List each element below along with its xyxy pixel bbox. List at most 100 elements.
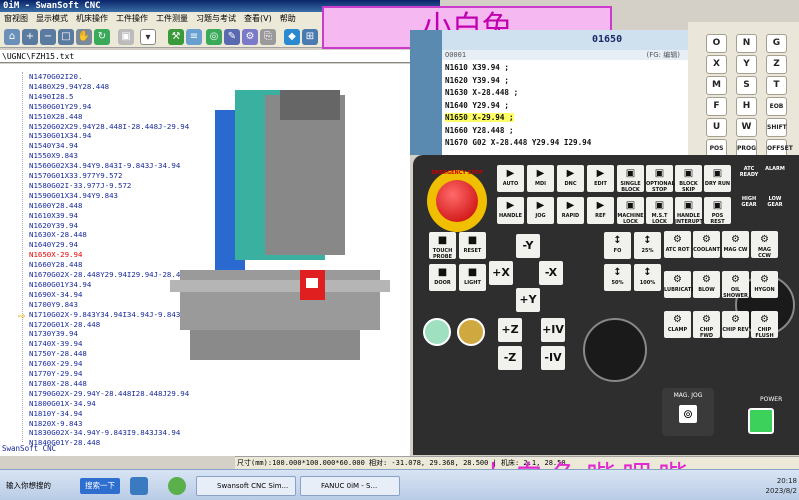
program-line[interactable]: N1810Y-34.94 [29, 409, 82, 418]
spindle-button[interactable]: ⚙ CHIP FLUSH [751, 311, 778, 338]
menu-item[interactable]: 工件测量 [156, 14, 188, 23]
program-line[interactable]: N1530G01X34.94 [29, 131, 91, 140]
program-line[interactable]: N1690X-34.94 [29, 290, 82, 299]
open-icon[interactable]: ⌂ [4, 29, 20, 45]
func-button[interactable]: ▣ M.S.T LOCK [646, 197, 673, 224]
program-line[interactable]: N1710G02X-9.843Y34.94I34.94J-9.843 [29, 310, 180, 319]
measure-icon[interactable]: ≡ [186, 29, 202, 45]
func-button[interactable]: ▣ MACHINE LOCK [617, 197, 644, 224]
copy-icon[interactable]: ⎘ [260, 29, 276, 45]
program-line[interactable]: N1820X-9.843 [29, 419, 82, 428]
func-button[interactable]: ▣ HANDLE INTERUPT [675, 197, 703, 224]
rotate-icon[interactable]: ↻ [94, 29, 110, 45]
key-x[interactable]: X [706, 55, 727, 74]
zoom-in-icon[interactable]: + [22, 29, 38, 45]
menu-item[interactable]: 显示模式 [36, 14, 68, 23]
program-line[interactable]: N1780X-28.448 [29, 379, 87, 388]
program-line[interactable]: N1470G02I20. [29, 72, 82, 81]
mode-dnc[interactable]: ▶ DNC [557, 165, 584, 192]
program-line[interactable]: N1480X29.94Y28.448 [29, 82, 109, 91]
spindle-button[interactable]: ⚙ CHIP REV [722, 311, 749, 338]
mode-handle[interactable]: ▶ HANDLE [497, 197, 524, 224]
menu-item[interactable]: 工件操作 [116, 14, 148, 23]
key-eob[interactable]: EOB [766, 97, 787, 116]
menu-item[interactable]: 习题与考试 [196, 14, 236, 23]
taskbar-search-button[interactable]: 搜索一下 [80, 478, 120, 494]
feed-hold-button[interactable] [457, 318, 485, 346]
zoom-out-icon[interactable]: − [40, 29, 56, 45]
emergency-stop-button[interactable] [436, 180, 478, 222]
explorer-icon[interactable] [130, 477, 148, 495]
feed-button[interactable]: ↕ 100% [634, 264, 661, 291]
program-line[interactable]: N1670G02X-28.448Y29.94I29.94J-28.448 [29, 270, 189, 279]
key-t[interactable]: T [766, 76, 787, 95]
program-line[interactable]: N1800G01X-34.94 [29, 399, 96, 408]
jog-plusminus-y[interactable]: +Y [516, 288, 540, 312]
task-fanuc[interactable]: FANUC 0iM - S... [300, 476, 400, 496]
program-line[interactable]: N1500G01Y29.94 [29, 102, 91, 111]
func-button[interactable]: ▣ OPTIONAL STOP [646, 165, 675, 192]
jog-plusminus-x[interactable]: +X [489, 261, 513, 285]
signal-icon[interactable]: ◎ [206, 29, 222, 45]
menu-item[interactable]: 窗视图 [4, 14, 28, 23]
program-line[interactable]: N1700Y9.843 [29, 300, 78, 309]
program-line[interactable]: N1790G02X-29.94Y-28.448I28.448J29.94 [29, 389, 189, 398]
spindle-button[interactable]: ⚙ ATC ROT [664, 231, 691, 258]
mag-jog-switch[interactable]: MAG. JOG ⊚ [662, 388, 714, 436]
jog-minus-z[interactable]: -Z [498, 346, 522, 370]
program-line[interactable]: N1840G01Y-28.448 [29, 438, 100, 447]
program-line[interactable]: N1540Y34.94 [29, 141, 78, 150]
misc-button[interactable]: ■ RESET [459, 232, 486, 259]
spindle-button[interactable]: ⚙ MAG CW [722, 231, 749, 258]
zoom-fit-icon[interactable]: □ [58, 29, 74, 45]
key-m[interactable]: M [706, 76, 727, 95]
mode-jog[interactable]: ▶ JOG [527, 197, 554, 224]
key-y[interactable]: Y [736, 55, 757, 74]
mode-rapid[interactable]: ▶ RAPID [557, 197, 584, 224]
misc-button[interactable]: ■ LIGHT [459, 264, 486, 291]
program-line[interactable]: N1630X-28.448 [29, 230, 87, 239]
program-line[interactable]: N1550X9.843 [29, 151, 78, 160]
key-o[interactable]: O [706, 34, 727, 53]
cycle-start-button[interactable] [423, 318, 451, 346]
jog-minus-y[interactable]: -Y [516, 234, 540, 258]
feed-button[interactable]: ↕ FO [604, 232, 631, 259]
program-line-current[interactable]: N1650X-29.94 [29, 250, 82, 259]
program-line[interactable]: N1610X39.94 [29, 211, 78, 220]
program-line[interactable]: N1830G02X-34.94Y-9.843I9.843J34.94 [29, 428, 180, 437]
key-u[interactable]: U [706, 118, 727, 137]
menu-item[interactable]: 查看(V) [244, 14, 272, 23]
program-line[interactable]: N1730Y39.94 [29, 329, 78, 338]
spindle-button[interactable]: ⚙ COOLANT [693, 231, 720, 258]
browser-icon[interactable] [168, 477, 186, 495]
spindle-button[interactable]: ⚙ MAG CCW [751, 231, 778, 258]
key-n[interactable]: N [736, 34, 757, 53]
key-g[interactable]: G [766, 34, 787, 53]
program-line[interactable]: N1640Y29.94 [29, 240, 78, 249]
key-h[interactable]: H [736, 97, 757, 116]
edit-icon[interactable]: ✎ [224, 29, 240, 45]
grid-icon[interactable]: ⊞ [302, 29, 318, 45]
key-f[interactable]: F [706, 97, 727, 116]
program-line[interactable]: N1620Y39.94 [29, 221, 78, 230]
spindle-button[interactable]: ⚙ HYGON [751, 271, 778, 298]
power-button[interactable] [748, 408, 774, 434]
feed-button[interactable]: ↕ 25% [634, 232, 661, 259]
func-button[interactable]: ▣ DRY RUN [704, 165, 731, 192]
program-line[interactable]: N1570G01X33.977Y9.572 [29, 171, 122, 180]
jog-plusminus-z[interactable]: +Z [498, 318, 522, 342]
program-line[interactable]: N1590G01X34.94Y9.843 [29, 191, 118, 200]
func-button[interactable]: ▣ POS REST [704, 197, 731, 224]
feedrate-dial[interactable] [583, 318, 647, 382]
view-icon[interactable]: ▣ [118, 29, 134, 45]
cube-icon[interactable]: ◆ [284, 29, 300, 45]
key-z[interactable]: Z [766, 55, 787, 74]
key-shift[interactable]: SHIFT [766, 118, 787, 137]
program-line[interactable]: N1760X-29.94 [29, 359, 82, 368]
misc-button[interactable]: ■ TOUCH PROBE [429, 232, 456, 259]
program-line[interactable]: N1750Y-28.448 [29, 349, 87, 358]
func-button[interactable]: ▣ BLOCK SKIP [675, 165, 702, 192]
program-line[interactable]: N1520G02X29.94Y28.448I-28.448J-29.94 [29, 122, 189, 131]
mode-edit[interactable]: ▶ EDIT [587, 165, 614, 192]
spindle-button[interactable]: ⚙ OIL SHOWER [722, 271, 749, 298]
